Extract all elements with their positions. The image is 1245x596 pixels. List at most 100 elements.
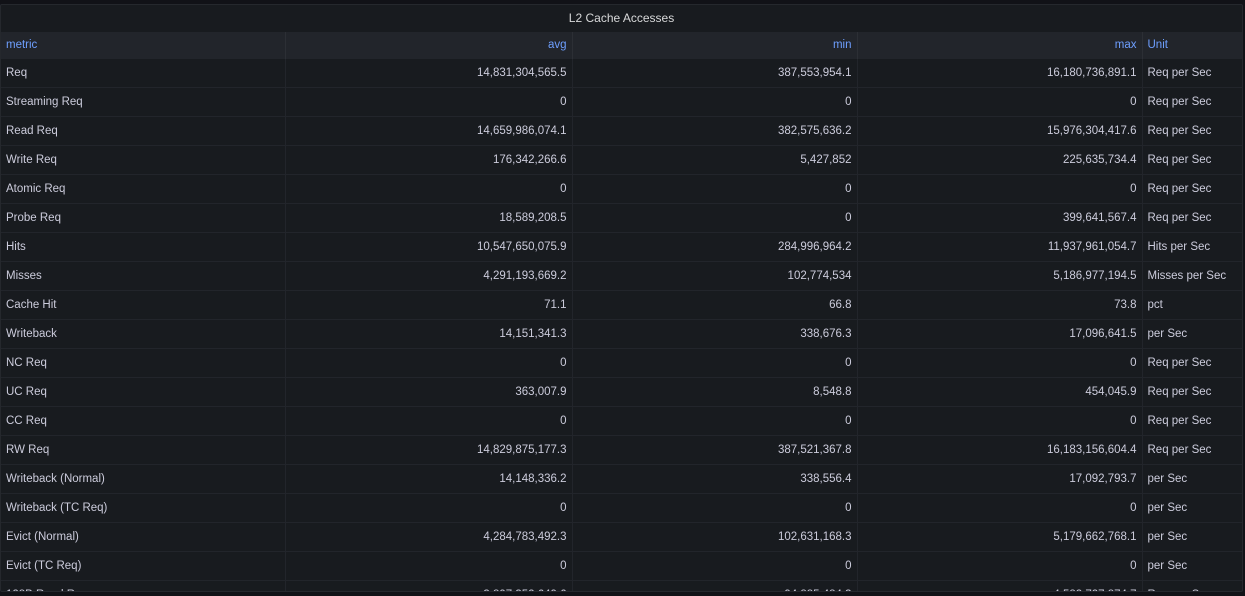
cell-metric: Write Req — [1, 145, 286, 175]
cell-max: 5,186,977,194.5 — [857, 261, 1143, 291]
cell-min: 382,575,636.2 — [572, 116, 858, 146]
cell-min: 338,676.3 — [572, 319, 858, 349]
cell-avg: 71.1 — [285, 290, 573, 320]
table-row: NC Req 0 0 0 Req per Sec — [1, 348, 1242, 378]
cell-avg: 176,342,266.6 — [285, 145, 573, 175]
cell-unit: pct — [1142, 290, 1242, 320]
cell-unit: per Sec — [1142, 493, 1242, 523]
cell-avg: 0 — [285, 348, 573, 378]
table-row: RW Req 14,829,875,177.3 387,521,367.8 16,18… — [1, 435, 1242, 465]
cell-max: 73.8 — [857, 290, 1143, 320]
cell-avg: 4,284,783,492.3 — [285, 522, 573, 552]
cell-min: 0 — [572, 174, 858, 204]
column-header-metric[interactable]: metric — [1, 32, 286, 59]
table-row: UC Req 363,007.9 8,548.8 454,045.9 Req per S… — [1, 377, 1242, 407]
cell-unit: Req per Sec — [1142, 435, 1242, 465]
column-header-max[interactable]: max — [857, 32, 1143, 59]
cell-unit: Hits per Sec — [1142, 232, 1242, 262]
cell-min: 338,556.4 — [572, 464, 858, 494]
cell-max: 454,045.9 — [857, 377, 1143, 407]
cell-min: 284,996,964.2 — [572, 232, 858, 262]
cell-avg: 0 — [285, 406, 573, 436]
cell-unit: per Sec — [1142, 522, 1242, 552]
cell-metric: Cache Hit — [1, 290, 286, 320]
table-row: Req 14,831,304,565.5 387,553,954.1 16,180,7… — [1, 58, 1242, 88]
cell-max: 0 — [857, 87, 1143, 117]
cell-min: 66.8 — [572, 290, 858, 320]
cell-metric: Read Req — [1, 116, 286, 146]
cell-avg: 363,007.9 — [285, 377, 573, 407]
table-header-row: metric avg min max Unit — [1, 32, 1242, 59]
column-header-unit[interactable]: Unit — [1142, 32, 1242, 59]
cell-avg: 14,831,304,565.5 — [285, 58, 573, 88]
cell-max: 16,183,156,604.4 — [857, 435, 1143, 465]
cell-unit: Req per Sec — [1142, 58, 1242, 88]
cell-avg: 4,291,193,669.2 — [285, 261, 573, 291]
cell-avg: 14,151,341.3 — [285, 319, 573, 349]
cell-metric: Streaming Req — [1, 87, 286, 117]
cell-min: 387,553,954.1 — [572, 58, 858, 88]
cell-metric: Evict (TC Req) — [1, 551, 286, 581]
cell-max: 0 — [857, 493, 1143, 523]
cell-metric: CC Req — [1, 406, 286, 436]
cell-avg: 14,659,986,074.1 — [285, 116, 573, 146]
cell-min: 0 — [572, 551, 858, 581]
table-panel: L2 Cache Accesses metric avg min max Uni… — [0, 4, 1243, 592]
cell-unit: Req per Sec — [1142, 580, 1242, 591]
table-body: Req 14,831,304,565.5 387,553,954.1 16,180,7… — [1, 58, 1242, 591]
cell-max: 0 — [857, 406, 1143, 436]
table-row: Probe Req 18,589,208.5 0 399,641,567.4 Req p… — [1, 203, 1242, 233]
cell-metric: Writeback (Normal) — [1, 464, 286, 494]
cell-unit: Req per Sec — [1142, 87, 1242, 117]
cell-max: 17,096,641.5 — [857, 319, 1143, 349]
table-row: Cache Hit 71.1 66.8 73.8 pct — [1, 290, 1242, 320]
cell-metric: Misses — [1, 261, 286, 291]
cell-unit: Req per Sec — [1142, 145, 1242, 175]
cell-avg: 0 — [285, 174, 573, 204]
table-row: Hits 10,547,650,075.9 284,996,964.2 11,937,… — [1, 232, 1242, 262]
cell-avg: 0 — [285, 87, 573, 117]
panel-title[interactable]: L2 Cache Accesses — [1, 5, 1242, 32]
cell-metric: Evict (Normal) — [1, 522, 286, 552]
table-row: Writeback (Normal) 14,148,336.2 338,556.4 1… — [1, 464, 1242, 494]
cell-metric: NC Req — [1, 348, 286, 378]
cell-max: 15,976,304,417.6 — [857, 116, 1143, 146]
table-row: Write Req 176,342,266.6 5,427,852 225,635,7… — [1, 145, 1242, 175]
cell-min: 102,631,168.3 — [572, 522, 858, 552]
cell-metric: Req — [1, 58, 286, 88]
cell-min: 8,548.8 — [572, 377, 858, 407]
cell-max: 0 — [857, 551, 1143, 581]
table-row: Read Req 14,659,986,074.1 382,575,636.2 15,… — [1, 116, 1242, 146]
column-header-min[interactable]: min — [572, 32, 858, 59]
cell-unit: Req per Sec — [1142, 203, 1242, 233]
cell-max: 0 — [857, 348, 1143, 378]
table-row: Writeback (TC Req) 0 0 0 per Sec — [1, 493, 1242, 523]
column-header-avg[interactable]: avg — [285, 32, 573, 59]
cell-max: 225,635,734.4 — [857, 145, 1143, 175]
cell-metric: Atomic Req — [1, 174, 286, 204]
cell-avg: 14,829,875,177.3 — [285, 435, 573, 465]
cell-max: 17,092,793.7 — [857, 464, 1143, 494]
cell-unit: Req per Sec — [1142, 406, 1242, 436]
cell-max: 0 — [857, 174, 1143, 204]
cell-metric: UC Req — [1, 377, 286, 407]
cell-min: 102,774,534 — [572, 261, 858, 291]
cell-min: 0 — [572, 493, 858, 523]
cell-metric: Probe Req — [1, 203, 286, 233]
cell-metric: Hits — [1, 232, 286, 262]
cell-max: 11,937,961,054.7 — [857, 232, 1143, 262]
table-row: Misses 4,291,193,669.2 102,774,534 5,186,97… — [1, 261, 1242, 291]
cell-unit: per Sec — [1142, 464, 1242, 494]
cell-min: 5,427,852 — [572, 145, 858, 175]
cell-max: 399,641,567.4 — [857, 203, 1143, 233]
cell-min: 0 — [572, 348, 858, 378]
cell-unit: per Sec — [1142, 319, 1242, 349]
cell-min: 94,885,484.3 — [572, 580, 858, 591]
table-row: Evict (Normal) 4,284,783,492.3 102,631,168… — [1, 522, 1242, 552]
cell-unit: Misses per Sec — [1142, 261, 1242, 291]
cell-max: 5,179,662,768.1 — [857, 522, 1143, 552]
cell-unit: Req per Sec — [1142, 174, 1242, 204]
cell-max: 16,180,736,891.1 — [857, 58, 1143, 88]
table-row: Atomic Req 0 0 0 Req per Sec — [1, 174, 1242, 204]
cell-avg: 14,148,336.2 — [285, 464, 573, 494]
